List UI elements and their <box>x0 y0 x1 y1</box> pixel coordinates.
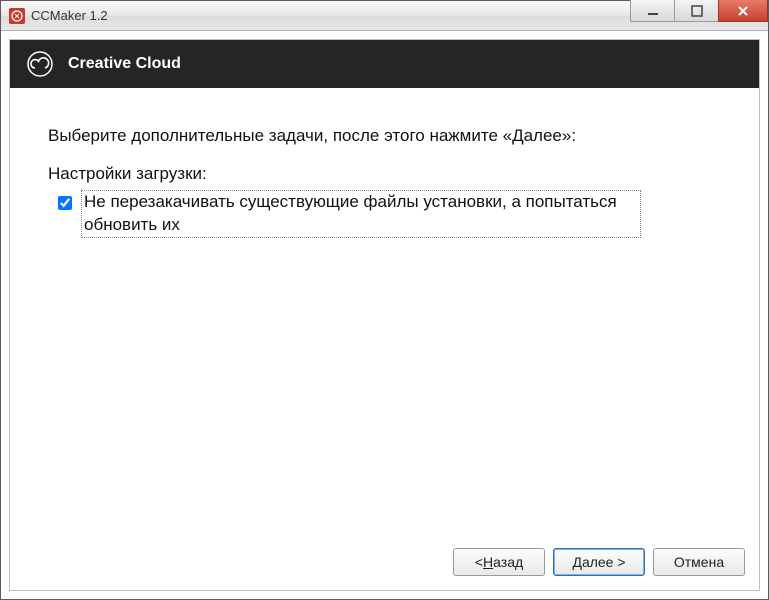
product-header: Creative Cloud <box>10 40 759 88</box>
product-title: Creative Cloud <box>68 55 181 73</box>
close-button[interactable] <box>718 0 768 22</box>
cancel-button[interactable]: Отмена <box>653 548 745 576</box>
titlebar: CCMaker 1.2 <box>1 1 768 31</box>
minimize-icon <box>647 5 659 17</box>
update-files-checkbox[interactable] <box>58 196 72 210</box>
wizard-panel: Creative Cloud Выберите дополнительные з… <box>9 39 760 591</box>
next-button[interactable]: Далее > <box>553 548 645 576</box>
button-row: < Назад Далее > Отмена <box>10 536 759 590</box>
minimize-button[interactable] <box>630 0 675 22</box>
maximize-button[interactable] <box>674 0 719 22</box>
close-icon <box>736 5 750 17</box>
creative-cloud-icon <box>26 50 54 78</box>
section-label: Настройки загрузки: <box>48 164 721 184</box>
content-area: Выберите дополнительные задачи, после эт… <box>10 88 759 536</box>
instruction-text: Выберите дополнительные задачи, после эт… <box>48 126 721 146</box>
window-controls <box>630 0 768 22</box>
maximize-icon <box>691 5 703 17</box>
update-files-label[interactable]: Не перезакачивать существующие файлы уст… <box>81 190 641 238</box>
back-button[interactable]: < Назад <box>453 548 545 576</box>
option-row: Не перезакачивать существующие файлы уст… <box>54 190 721 238</box>
window-title: CCMaker 1.2 <box>31 8 108 23</box>
app-icon <box>9 8 25 24</box>
